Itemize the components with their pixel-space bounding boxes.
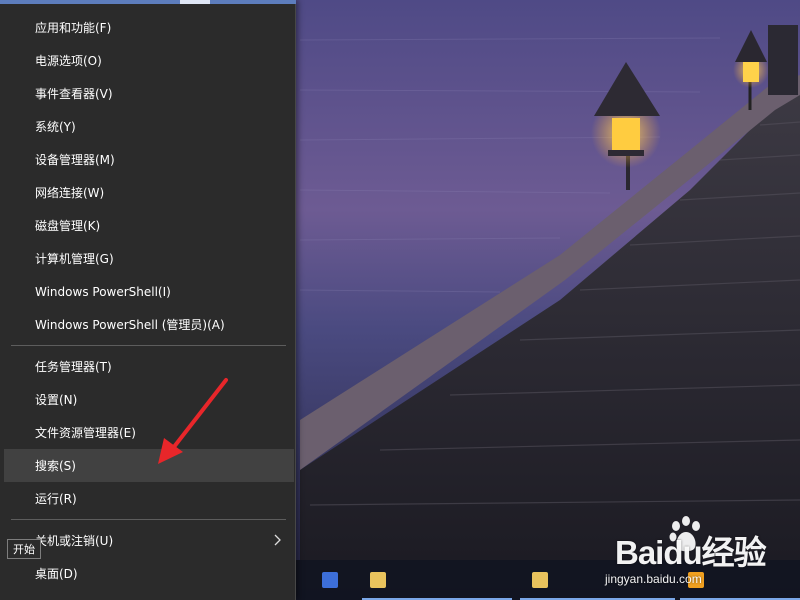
desktop: 应用和功能(F) 电源选项(O) 事件查看器(V) 系统(Y) 设备管理器(M)… bbox=[0, 0, 800, 600]
menu-item-powershell-admin[interactable]: Windows PowerShell (管理员)(A) bbox=[4, 308, 294, 341]
chevron-right-icon bbox=[274, 534, 281, 546]
tooltip-text: 开始 bbox=[13, 543, 35, 556]
baidu-watermark: Baidu经验 jingyan.baidu.com bbox=[605, 510, 800, 600]
window-edge-strip bbox=[0, 0, 296, 4]
menu-item-apps-features[interactable]: 应用和功能(F) bbox=[4, 11, 294, 44]
menu-item-search[interactable]: 搜索(S) bbox=[4, 449, 294, 482]
menu-item-shutdown-signout[interactable]: 关机或注销(U) bbox=[4, 524, 294, 557]
menu-item-run[interactable]: 运行(R) bbox=[4, 482, 294, 515]
menu-item-label: Windows PowerShell(I) bbox=[35, 284, 171, 299]
menu-item-system[interactable]: 系统(Y) bbox=[4, 110, 294, 143]
menu-item-computer-management[interactable]: 计算机管理(G) bbox=[4, 242, 294, 275]
menu-item-label: 桌面(D) bbox=[35, 567, 78, 581]
menu-item-label: 设置(N) bbox=[35, 393, 78, 407]
winx-context-menu: 应用和功能(F) 电源选项(O) 事件查看器(V) 系统(Y) 设备管理器(M)… bbox=[0, 0, 296, 600]
menu-item-label: 设备管理器(M) bbox=[35, 153, 115, 167]
menu-item-label: 任务管理器(T) bbox=[35, 360, 112, 374]
menu-item-file-explorer[interactable]: 文件资源管理器(E) bbox=[4, 416, 294, 449]
menu-item-settings[interactable]: 设置(N) bbox=[4, 383, 294, 416]
menu-item-disk-management[interactable]: 磁盘管理(K) bbox=[4, 209, 294, 242]
menu-item-label: Windows PowerShell (管理员)(A) bbox=[35, 318, 225, 332]
app-icon bbox=[322, 572, 338, 588]
menu-separator bbox=[11, 345, 286, 346]
menu-item-label: 文件资源管理器(E) bbox=[35, 426, 136, 440]
start-tooltip: 开始 bbox=[7, 539, 41, 559]
taskbar-folder-window[interactable] bbox=[362, 564, 512, 600]
menu-item-task-manager[interactable]: 任务管理器(T) bbox=[4, 350, 294, 383]
menu-item-label: 网络连接(W) bbox=[35, 186, 105, 200]
menu-item-powershell[interactable]: Windows PowerShell(I) bbox=[4, 275, 294, 308]
taskbar-app-icon[interactable] bbox=[322, 564, 346, 596]
folder-icon bbox=[370, 572, 386, 588]
menu-item-label: 事件查看器(V) bbox=[35, 87, 113, 101]
menu-item-label: 电源选项(O) bbox=[35, 54, 102, 68]
menu-item-label: 系统(Y) bbox=[35, 120, 76, 134]
menu-item-device-manager[interactable]: 设备管理器(M) bbox=[4, 143, 294, 176]
menu-item-desktop[interactable]: 桌面(D) bbox=[4, 557, 294, 590]
menu-item-label: 搜索(S) bbox=[35, 459, 76, 473]
folder-icon bbox=[532, 572, 548, 588]
menu-item-label: 应用和功能(F) bbox=[35, 21, 112, 35]
menu-item-label: 磁盘管理(K) bbox=[35, 219, 101, 233]
menu-item-event-viewer[interactable]: 事件查看器(V) bbox=[4, 77, 294, 110]
menu-separator bbox=[11, 519, 286, 520]
watermark-logo-text: Baidu经验 bbox=[615, 534, 767, 571]
watermark-url: jingyan.baidu.com bbox=[605, 572, 702, 586]
menu-item-label: 关机或注销(U) bbox=[35, 534, 114, 548]
menu-item-power-options[interactable]: 电源选项(O) bbox=[4, 44, 294, 77]
menu-item-label: 运行(R) bbox=[35, 492, 77, 506]
menu-item-label: 计算机管理(G) bbox=[35, 252, 114, 266]
menu-item-network-connections[interactable]: 网络连接(W) bbox=[4, 176, 294, 209]
